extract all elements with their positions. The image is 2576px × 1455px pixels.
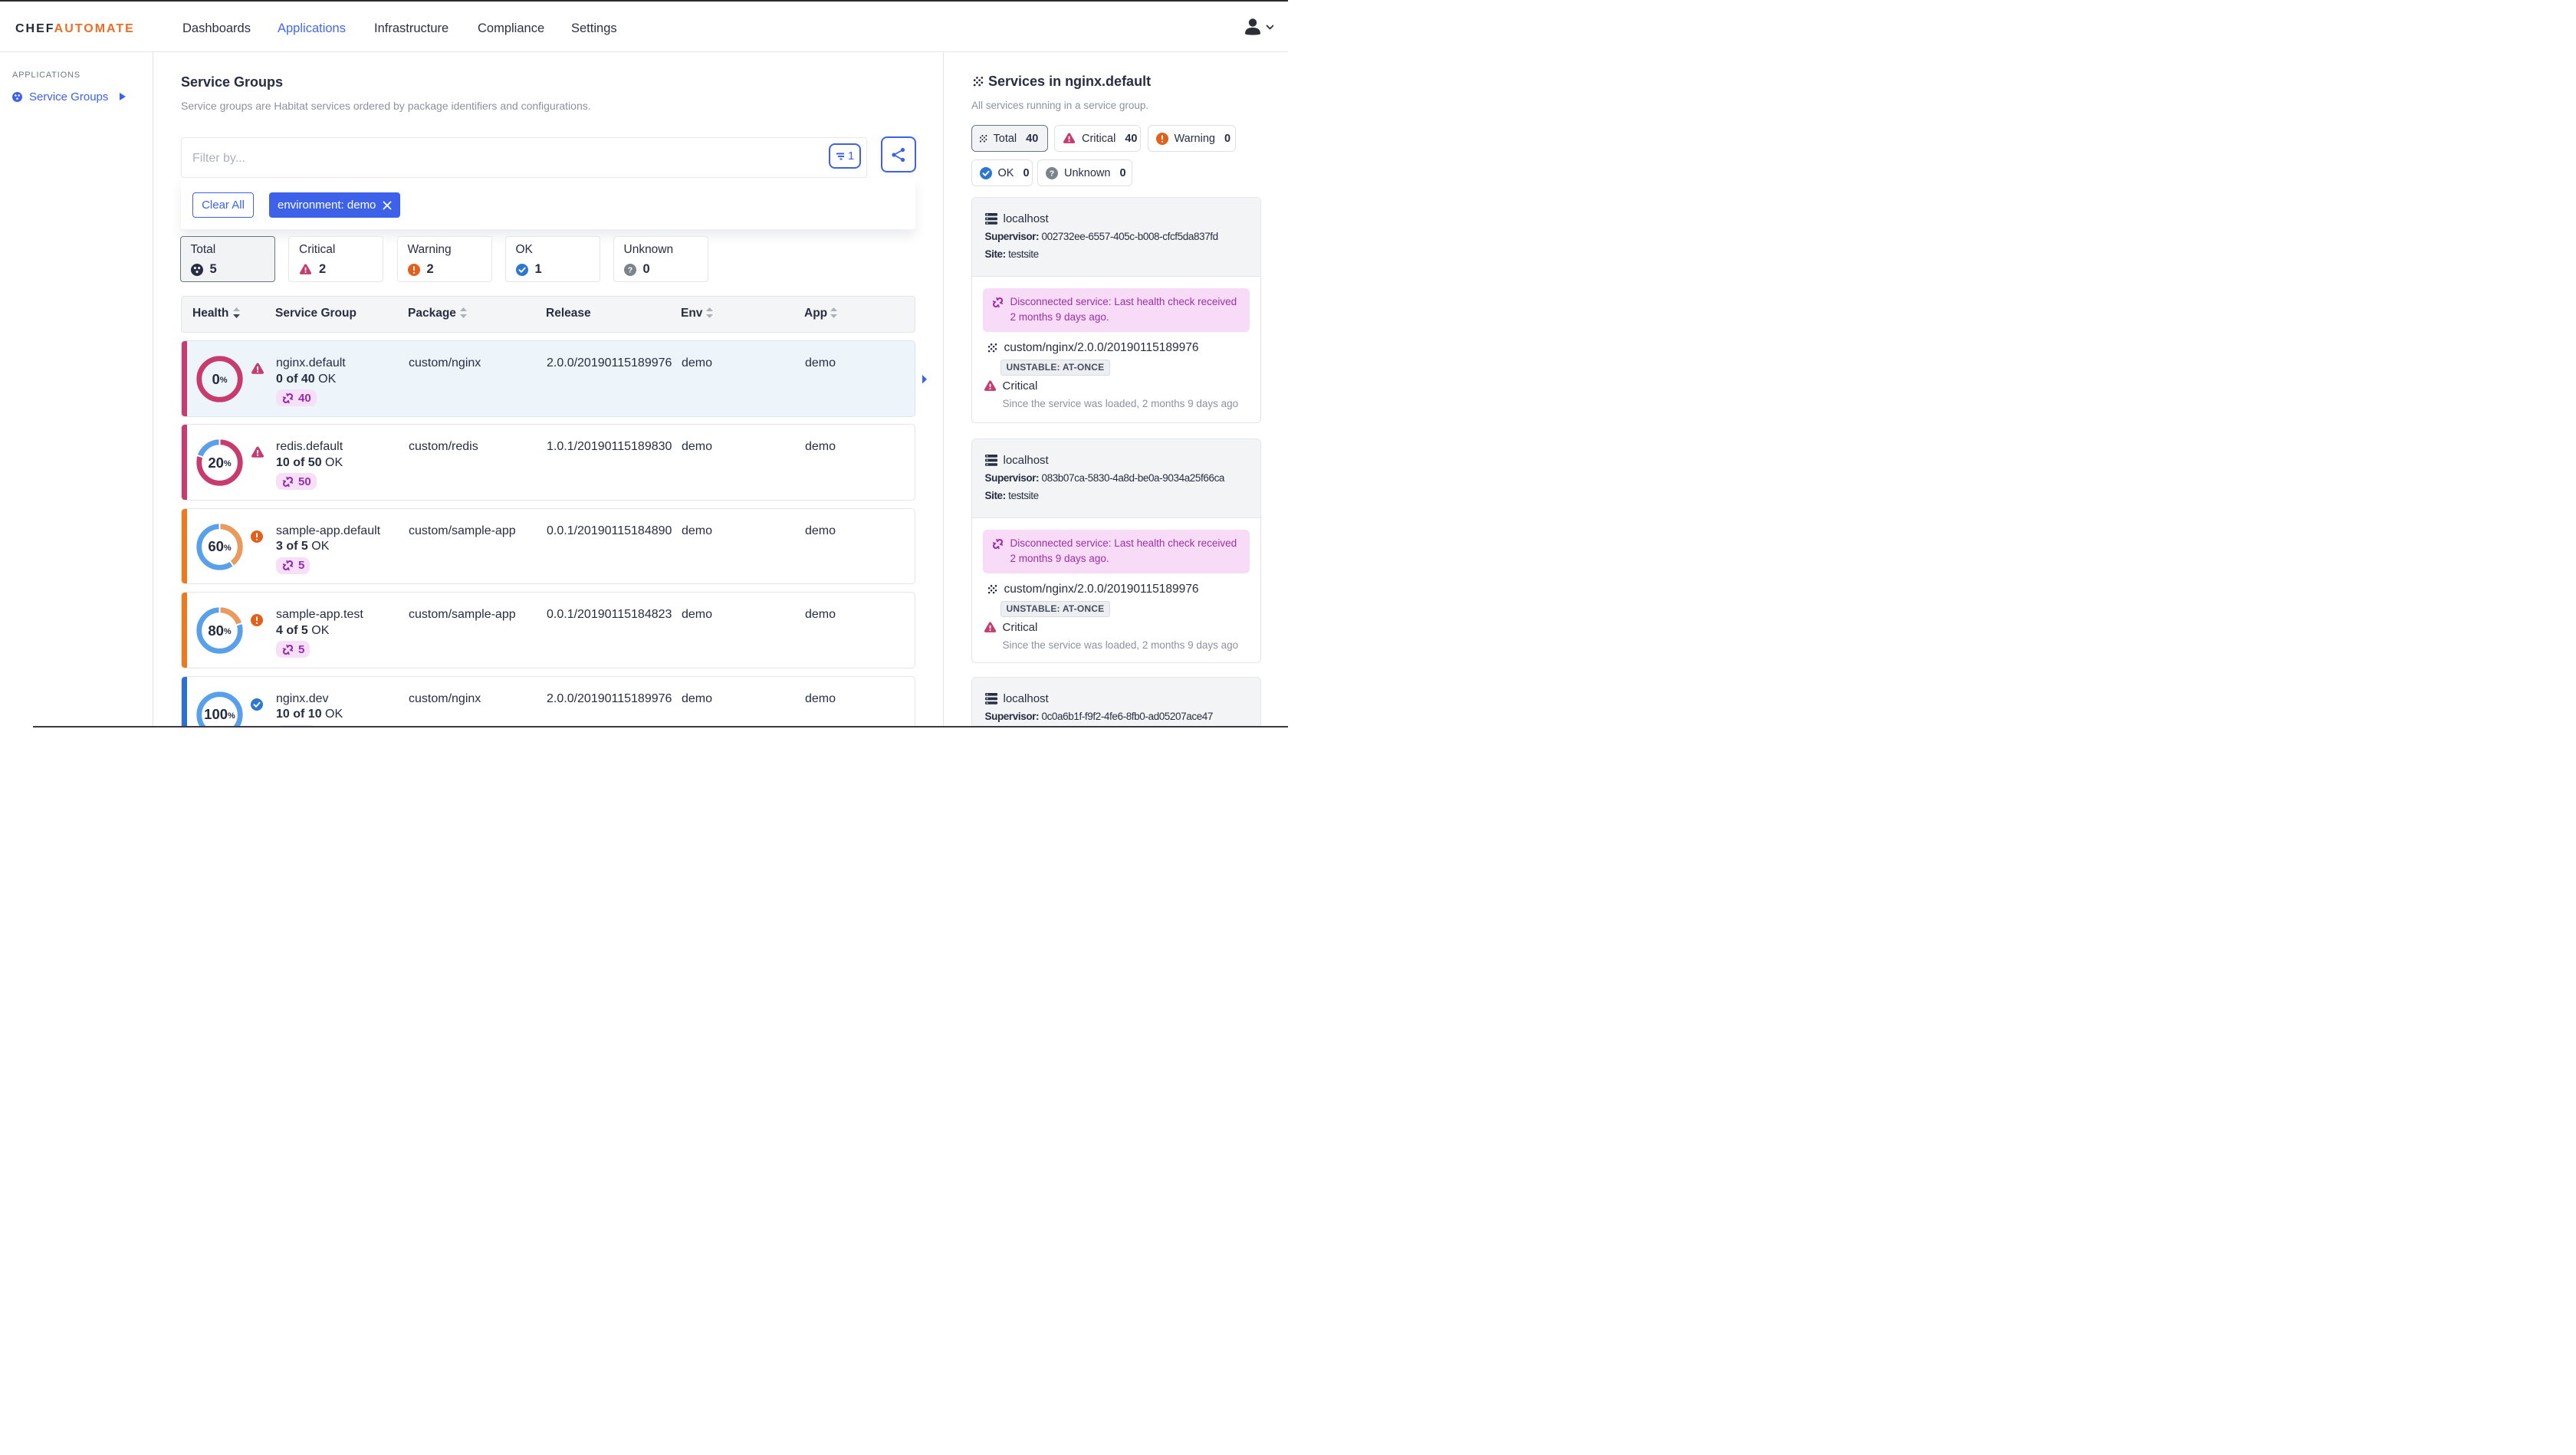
svg-text:?: ? — [1050, 169, 1054, 178]
svg-text:?: ? — [627, 265, 632, 274]
